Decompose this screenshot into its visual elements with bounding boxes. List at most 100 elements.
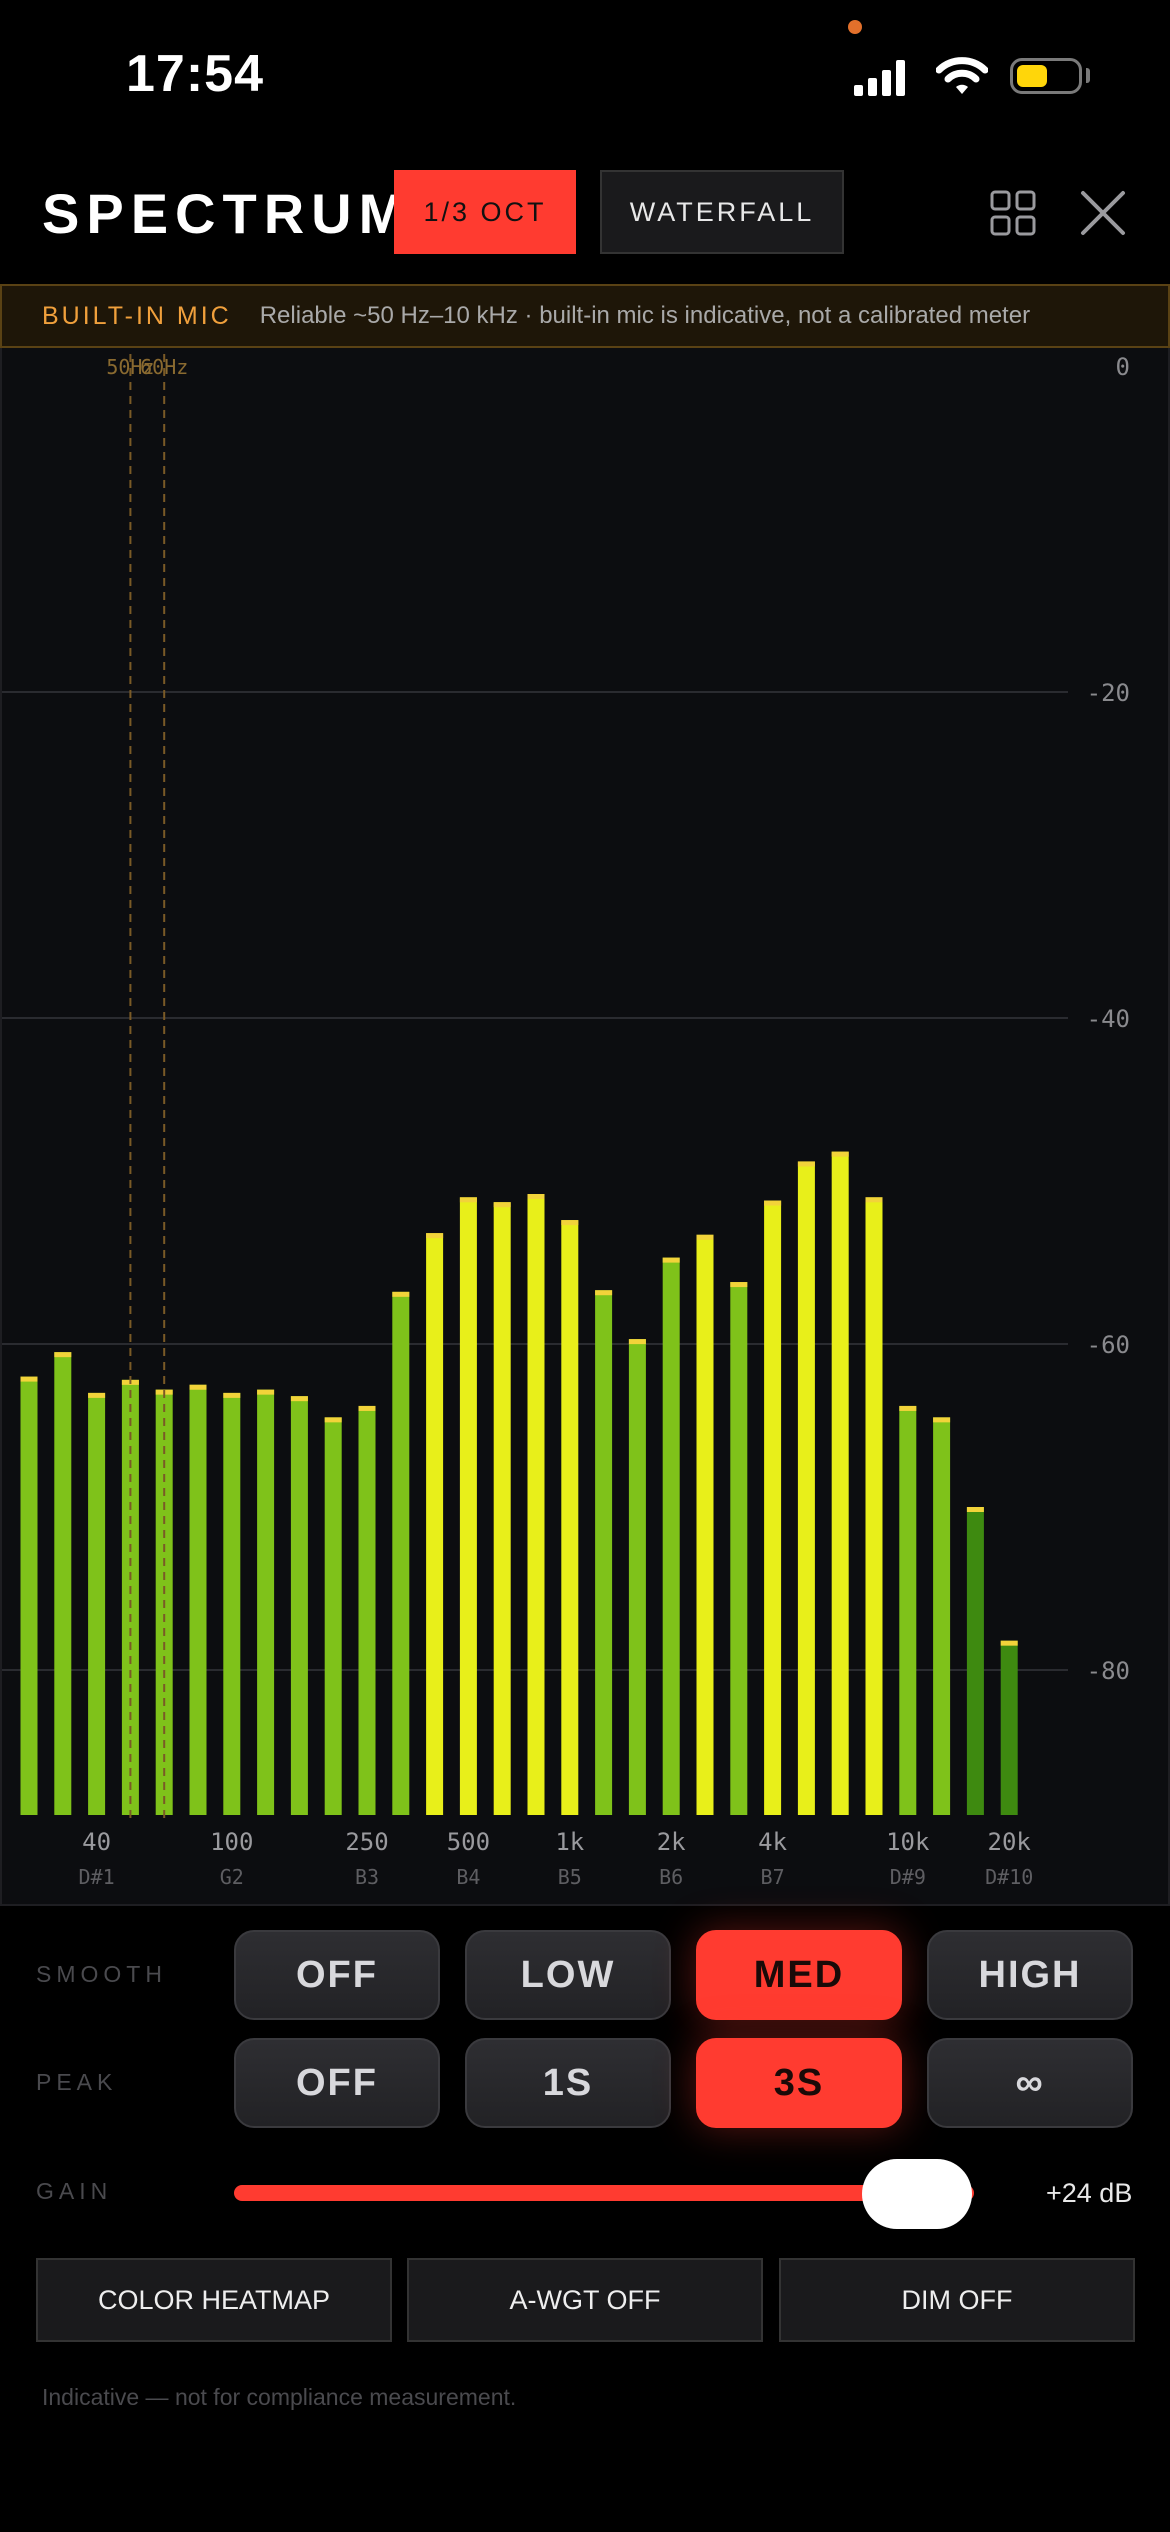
peak-cap <box>54 1352 72 1358</box>
peak-cap <box>88 1392 106 1398</box>
peak-cap <box>865 1197 883 1203</box>
smooth-med-button[interactable]: MED <box>696 1930 902 2020</box>
peak-cap <box>831 1151 849 1157</box>
y-tick-label: -40 <box>1087 1005 1130 1033</box>
x-tick-note: B6 <box>659 1865 683 1889</box>
grid-icon[interactable] <box>990 190 1036 236</box>
peak-cap <box>189 1384 207 1390</box>
spectrum-bar <box>223 1392 241 1815</box>
battery-icon <box>1010 58 1082 94</box>
spectrum-bar <box>966 1507 984 1815</box>
disclaimer-text: Indicative — not for compliance measurem… <box>42 2384 517 2410</box>
smooth-low-button[interactable]: LOW <box>465 1930 671 2020</box>
peak-cap <box>595 1290 613 1296</box>
mic-source-note: Reliable ~50 Hz–10 kHz · built-in mic is… <box>259 302 1031 329</box>
peak-cap <box>324 1417 342 1423</box>
spectrum-bar <box>358 1405 376 1815</box>
app-title: SPECTRUM <box>42 182 413 245</box>
gain-slider-thumb[interactable] <box>862 2159 972 2229</box>
mode-waterfall-button[interactable]: WATERFALL <box>600 170 844 254</box>
x-tick-note: D#9 <box>890 1865 926 1889</box>
x-tick-note: D#1 <box>79 1865 115 1889</box>
peak-cap <box>561 1220 579 1226</box>
spectrum-bar <box>290 1396 308 1815</box>
gain-label: GAIN <box>36 2178 113 2204</box>
x-tick-label: 40 <box>82 1828 111 1856</box>
peak-cap <box>358 1405 376 1411</box>
spectrum-bar <box>595 1290 613 1815</box>
color-heatmap-button[interactable]: COLOR HEATMAP <box>36 2258 392 2342</box>
y-tick-label: -60 <box>1087 1331 1130 1359</box>
spectrum-bar <box>189 1384 207 1815</box>
peak-3s-button[interactable]: 3S <box>696 2038 902 2128</box>
peak-cap <box>730 1282 748 1288</box>
x-tick-label: 2k <box>657 1828 686 1856</box>
spectrum-chart: 0 -20 -40 -60 -80 50Hz 60Hz 40 D#1 100 G2 250 B3 500 B… <box>0 348 1170 1906</box>
y-tick-label: -80 <box>1087 1657 1130 1685</box>
a-weighting-button[interactable]: A-WGT OFF <box>407 2258 763 2342</box>
peak-infinite-button[interactable]: ∞ <box>927 2038 1133 2128</box>
x-tick-label: 100 <box>210 1828 253 1856</box>
wifi-icon <box>935 56 989 96</box>
peak-cap <box>527 1194 545 1200</box>
spectrum-bar <box>662 1257 680 1815</box>
peak-cap <box>628 1339 646 1345</box>
peak-off-button[interactable]: OFF <box>234 2038 440 2128</box>
spectrum-bar <box>426 1233 444 1815</box>
spectrum-bar <box>696 1234 714 1815</box>
spectrum-bar <box>865 1197 883 1815</box>
peak-1s-button[interactable]: 1S <box>465 2038 671 2128</box>
peak-cap <box>459 1197 477 1203</box>
smooth-off-button[interactable]: OFF <box>234 1930 440 2020</box>
peak-cap <box>696 1234 714 1240</box>
peak-cap <box>223 1392 241 1398</box>
mic-warning-banner: BUILT-IN MIC Reliable ~50 Hz–10 kHz · bu… <box>0 284 1170 348</box>
spectrum-bar <box>764 1200 782 1815</box>
spectrum-bar <box>628 1339 646 1815</box>
x-tick-note: D#10 <box>985 1865 1033 1889</box>
peak-cap <box>662 1257 680 1263</box>
peak-cap <box>290 1396 308 1402</box>
peak-label: PEAK <box>36 2069 118 2095</box>
frequency-marker-label: 60Hz <box>140 355 188 379</box>
spectrum-bar <box>257 1389 275 1815</box>
x-tick-note: B3 <box>355 1865 379 1889</box>
x-tick-label: 4k <box>758 1828 787 1856</box>
peak-cap <box>933 1417 951 1423</box>
x-tick-note: B5 <box>558 1865 582 1889</box>
spectrum-bar <box>54 1352 72 1815</box>
peak-cap <box>899 1405 917 1411</box>
spectrum-bar <box>899 1405 917 1815</box>
spectrum-bar <box>933 1417 951 1815</box>
x-tick-note: B7 <box>761 1865 785 1889</box>
y-tick-label: -20 <box>1087 679 1130 707</box>
peak-cap <box>797 1161 815 1167</box>
peak-cap <box>1000 1640 1018 1646</box>
spectrum-bar <box>831 1151 849 1815</box>
close-icon[interactable] <box>1080 190 1126 236</box>
peak-cap <box>966 1507 984 1512</box>
x-tick-note: B4 <box>456 1865 480 1889</box>
mode-third-octave-button[interactable]: 1/3 OCT <box>394 170 576 254</box>
spectrum-bar <box>730 1282 748 1815</box>
spectrum-bar <box>392 1291 410 1815</box>
spectrum-bar <box>88 1392 106 1815</box>
spectrum-bar <box>561 1220 579 1815</box>
spectrum-chart-svg: 0-20-40-60-8050Hz60Hz40D#1100G2250B3500B… <box>2 353 1130 1889</box>
smooth-label: SMOOTH <box>36 1961 167 1987</box>
spectrum-bar <box>493 1202 511 1815</box>
spectrum-bar <box>459 1197 477 1815</box>
peak-cap <box>764 1200 782 1206</box>
cellular-signal-icon <box>854 58 914 96</box>
peak-cap <box>493 1202 511 1208</box>
x-tick-label: 500 <box>447 1828 490 1856</box>
x-tick-label: 20k <box>988 1828 1032 1856</box>
spectrum-bar <box>324 1417 342 1815</box>
dim-button[interactable]: DIM OFF <box>779 2258 1135 2342</box>
x-tick-label: 1k <box>555 1828 584 1856</box>
peak-cap <box>392 1291 410 1297</box>
peak-cap <box>426 1233 444 1239</box>
smooth-high-button[interactable]: HIGH <box>927 1930 1133 2020</box>
x-tick-label: 10k <box>886 1828 930 1856</box>
y-tick-label: 0 <box>1116 353 1130 381</box>
